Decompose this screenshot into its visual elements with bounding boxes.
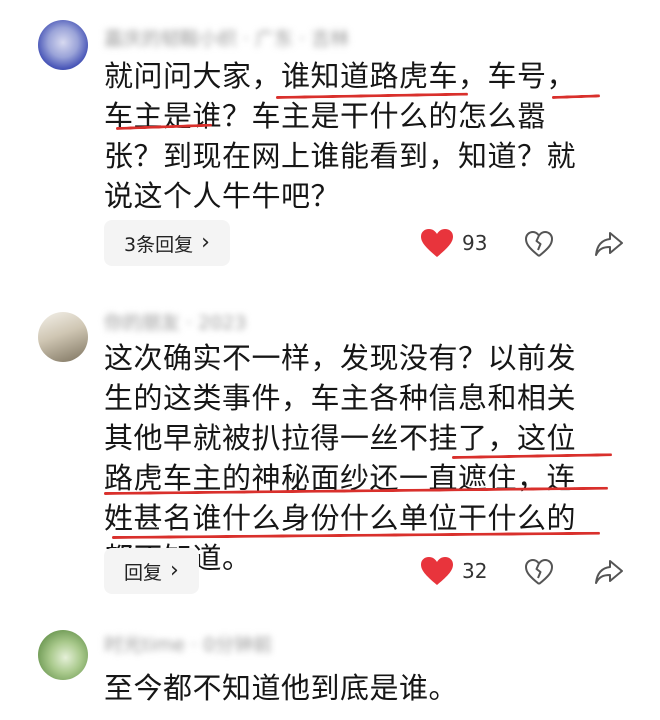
broken-heart-icon[interactable] xyxy=(524,558,554,586)
comment-item: 嘉庆的韧鞍小织 · 广东 · 吉林 就问问大家，谁知道路虎车，车号，车主是谁？车… xyxy=(0,0,660,290)
heart-icon xyxy=(421,229,453,257)
avatar[interactable] xyxy=(38,20,88,70)
reply-button-label: 回复 xyxy=(124,561,163,584)
comment-item: 你的朋友 · 2023 这次确实不一样，发现没有？以前发生的这类事件，车主各种信… xyxy=(0,300,660,620)
broken-heart-icon[interactable] xyxy=(524,230,554,258)
view-replies-button[interactable]: 3条回复 › xyxy=(104,220,230,266)
username[interactable]: 你的朋友 · 2023 xyxy=(104,308,424,332)
comment-text: 至今都不知道他到底是谁。 xyxy=(104,671,459,705)
like-count: 93 xyxy=(462,231,488,255)
chevron-right-icon: › xyxy=(170,558,179,583)
share-icon[interactable] xyxy=(594,558,624,586)
reply-button[interactable]: 回复 › xyxy=(104,548,199,594)
heart-icon xyxy=(421,557,453,585)
avatar[interactable] xyxy=(38,630,88,680)
comment-text: 这次确实不一样，发现没有？以前发生的这类事件，车主各种信息和相关其他早就被扒拉得… xyxy=(104,341,577,575)
share-icon[interactable] xyxy=(594,230,624,258)
reply-button-label: 3条回复 xyxy=(124,233,194,256)
like-button[interactable]: 93 xyxy=(420,228,487,258)
chevron-right-icon: › xyxy=(201,230,210,255)
username[interactable]: 嘉庆的韧鞍小织 · 广东 · 吉林 xyxy=(104,24,424,48)
comment-text: 就问问大家，谁知道路虎车，车号，车主是谁？车主是干什么的怎么嚣张？到现在网上谁能… xyxy=(104,59,577,213)
avatar[interactable] xyxy=(38,312,88,362)
username[interactable]: 时光time · 0分钟前 xyxy=(104,630,424,654)
like-count: 32 xyxy=(462,559,488,583)
comment-item: 时光time · 0分钟前 至今都不知道他到底是谁。 xyxy=(0,620,660,720)
like-button[interactable]: 32 xyxy=(420,556,487,586)
